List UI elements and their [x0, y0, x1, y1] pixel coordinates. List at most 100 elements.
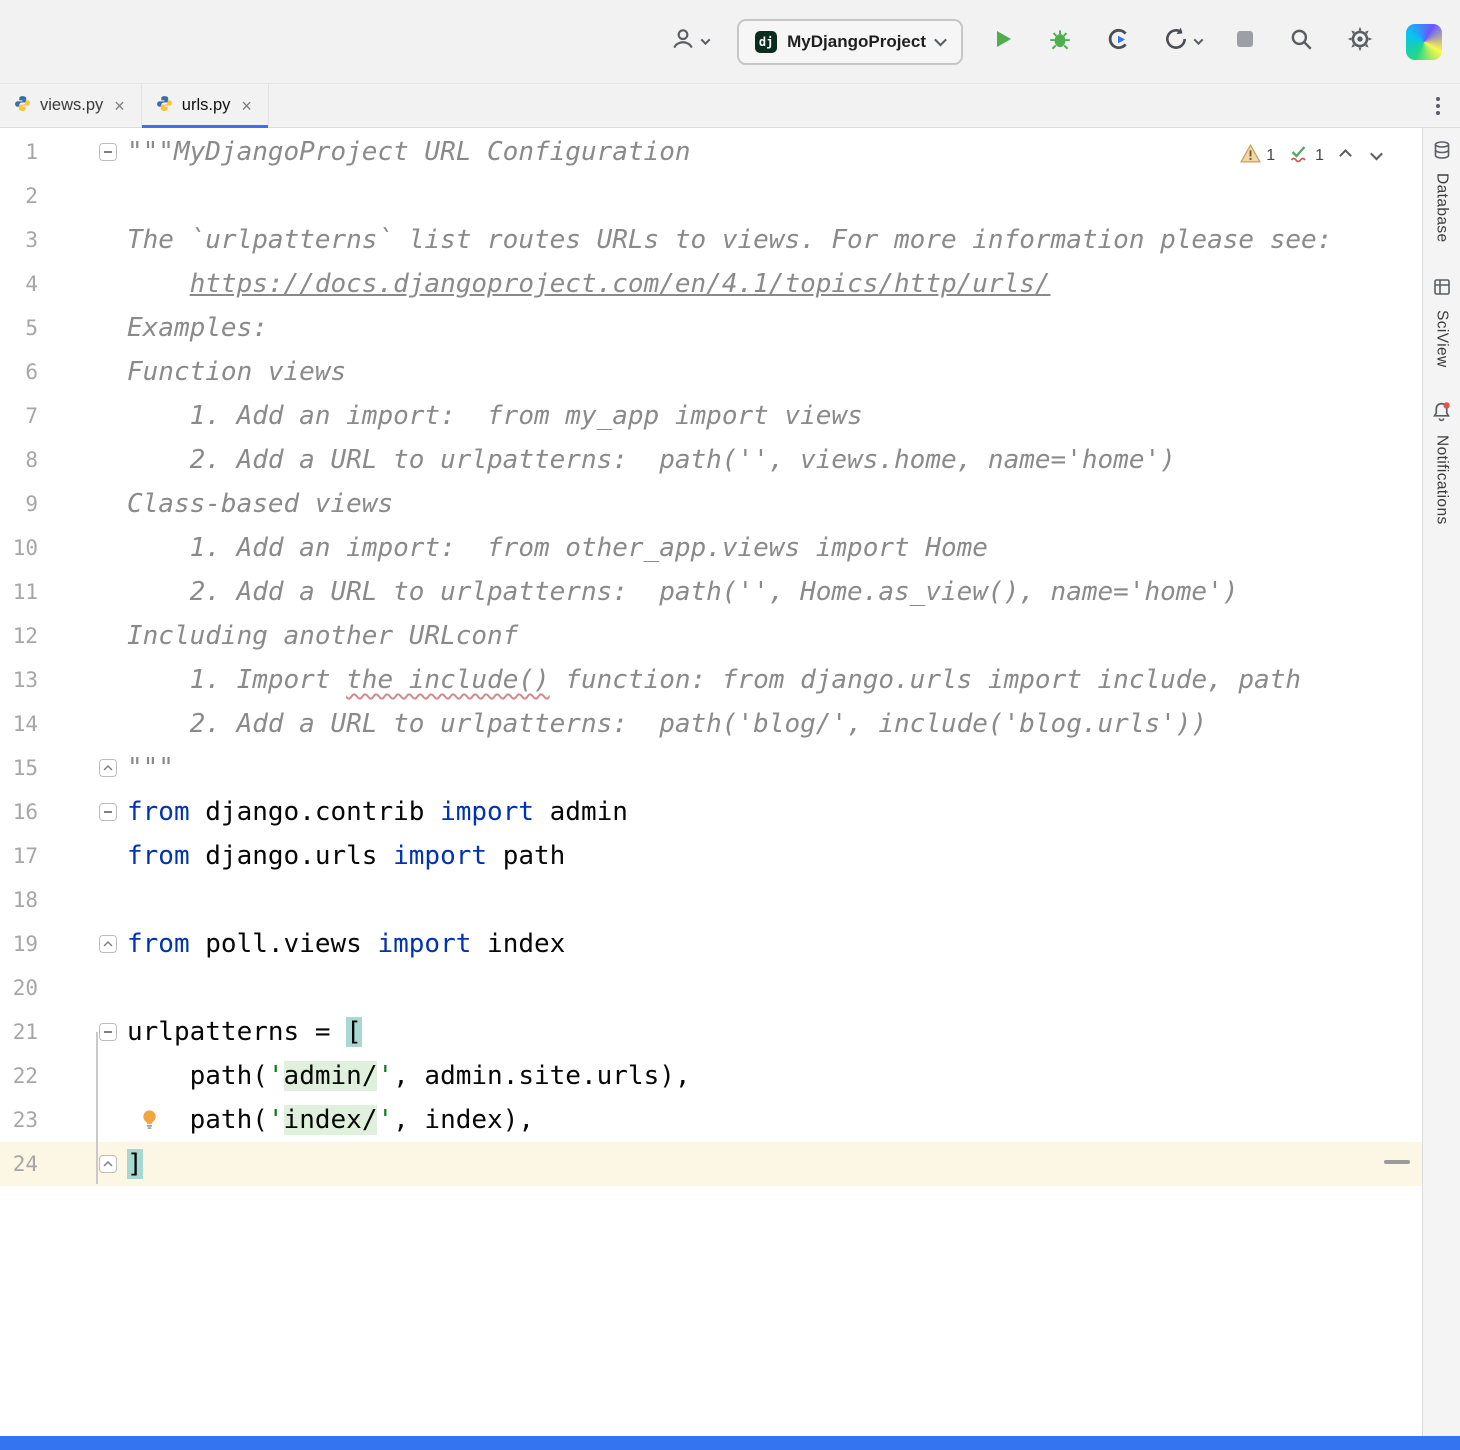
code-line[interactable]: 19from poll.views import index	[0, 922, 1422, 966]
run-button[interactable]	[987, 23, 1019, 60]
editor-gutter[interactable]: 12	[0, 614, 127, 658]
fold-end-icon[interactable]	[99, 935, 117, 953]
problems-indicator[interactable]: 1	[1287, 142, 1324, 169]
code-text[interactable]: 2. Add a URL to urlpatterns: path('', vi…	[127, 438, 1422, 482]
code-line[interactable]: 8 2. Add a URL to urlpatterns: path('', …	[0, 438, 1422, 482]
tab-urls-py[interactable]: urls.py ×	[142, 84, 269, 127]
intention-bulb-icon[interactable]	[138, 1107, 161, 1137]
run-config-selector[interactable]: dj MyDjangoProject	[737, 19, 963, 65]
close-icon[interactable]: ×	[239, 97, 254, 115]
editor-gutter[interactable]: 15	[0, 746, 127, 790]
next-problem-button[interactable]	[1367, 147, 1386, 164]
code-text[interactable]: from django.contrib import admin	[127, 790, 1422, 834]
editor-gutter[interactable]: 2	[0, 174, 127, 218]
pycharm-logo[interactable]	[1402, 20, 1446, 64]
toolwindow-label: SciView	[1433, 310, 1451, 368]
code-text[interactable]: from poll.views import index	[127, 922, 1422, 966]
fold-collapse-icon[interactable]	[99, 803, 117, 821]
toolwindow-notifications[interactable]: Notifications	[1431, 401, 1452, 525]
editor-gutter[interactable]: 7	[0, 394, 127, 438]
run-with-coverage-button[interactable]	[1101, 22, 1135, 61]
editor-gutter[interactable]: 17	[0, 834, 127, 878]
code-line[interactable]: 4 https://docs.djangoproject.com/en/4.1/…	[0, 262, 1422, 306]
code-text[interactable]: Class-based views	[127, 482, 1422, 526]
user-menu-button[interactable]	[666, 22, 713, 61]
code-line[interactable]: 15"""	[0, 746, 1422, 790]
editor-gutter[interactable]: 8	[0, 438, 127, 482]
code-line[interactable]: 12Including another URLconf	[0, 614, 1422, 658]
code-text[interactable]: path('admin/', admin.site.urls),	[127, 1054, 1422, 1098]
code-line[interactable]: 2	[0, 174, 1422, 218]
code-text[interactable]: urlpatterns = [	[127, 1010, 1422, 1054]
code-line[interactable]: 23 path('index/', index),	[0, 1098, 1422, 1142]
tab-views-py[interactable]: views.py ×	[0, 84, 142, 127]
search-everywhere-button[interactable]	[1284, 22, 1318, 61]
code-line[interactable]: 20	[0, 966, 1422, 1010]
code-line[interactable]: 24]	[0, 1142, 1422, 1186]
code-text[interactable]: The `urlpatterns` list routes URLs to vi…	[127, 218, 1422, 262]
code-line[interactable]: 21urlpatterns = [	[0, 1010, 1422, 1054]
code-text[interactable]: 1. Add an import: from other_app.views i…	[127, 526, 1422, 570]
code-line[interactable]: 17from django.urls import path	[0, 834, 1422, 878]
fold-collapse-icon[interactable]	[99, 1023, 117, 1041]
toolwindow-sciview[interactable]: SciView	[1432, 277, 1452, 368]
fold-end-icon[interactable]	[99, 759, 117, 777]
code-line[interactable]: 7 1. Add an import: from my_app import v…	[0, 394, 1422, 438]
code-text[interactable]: Function views	[127, 350, 1422, 394]
rerun-button[interactable]	[1159, 22, 1206, 61]
code-line[interactable]: 16from django.contrib import admin	[0, 790, 1422, 834]
editor-gutter[interactable]: 9	[0, 482, 127, 526]
editor-gutter[interactable]: 19	[0, 922, 127, 966]
close-icon[interactable]: ×	[112, 97, 127, 115]
code-text[interactable]: ]	[127, 1142, 1422, 1186]
previous-problem-button[interactable]	[1336, 147, 1355, 164]
code-text[interactable]: """MyDjangoProject URL Configuration	[127, 130, 1422, 174]
fold-collapse-icon[interactable]	[99, 143, 117, 161]
code-line[interactable]: 10 1. Add an import: from other_app.view…	[0, 526, 1422, 570]
editor-gutter[interactable]: 6	[0, 350, 127, 394]
editor-gutter[interactable]: 18	[0, 878, 127, 922]
editor-gutter[interactable]: 21	[0, 1010, 127, 1054]
code-line[interactable]: 22 path('admin/', admin.site.urls),	[0, 1054, 1422, 1098]
code-text[interactable]: 1. Add an import: from my_app import vie…	[127, 394, 1422, 438]
stop-button[interactable]	[1230, 24, 1260, 59]
code-line[interactable]: 9Class-based views	[0, 482, 1422, 526]
code-text[interactable]: 1. Import the include() function: from d…	[127, 658, 1422, 702]
editor-gutter[interactable]: 13	[0, 658, 127, 702]
editor-gutter[interactable]: 3	[0, 218, 127, 262]
editor-gutter[interactable]: 1	[0, 130, 127, 174]
code-line[interactable]: 13 1. Import the include() function: fro…	[0, 658, 1422, 702]
editor-gutter[interactable]: 10	[0, 526, 127, 570]
code-text[interactable]: from django.urls import path	[127, 834, 1422, 878]
code-line[interactable]: 1"""MyDjangoProject URL Configuration	[0, 130, 1422, 174]
editor-gutter[interactable]: 20	[0, 966, 127, 1010]
code-text[interactable]: 2. Add a URL to urlpatterns: path('', Ho…	[127, 570, 1422, 614]
tab-options-button[interactable]	[1430, 91, 1446, 121]
code-line[interactable]: 11 2. Add a URL to urlpatterns: path('',…	[0, 570, 1422, 614]
editor-gutter[interactable]: 23	[0, 1098, 127, 1142]
editor-gutter[interactable]: 22	[0, 1054, 127, 1098]
code-text[interactable]: path('index/', index),	[127, 1098, 1422, 1142]
code-text[interactable]: https://docs.djangoproject.com/en/4.1/to…	[127, 262, 1422, 306]
code-line[interactable]: 14 2. Add a URL to urlpatterns: path('bl…	[0, 702, 1422, 746]
editor-gutter[interactable]: 5	[0, 306, 127, 350]
settings-button[interactable]	[1342, 21, 1378, 62]
code-text[interactable]: """	[127, 746, 1422, 790]
editor-gutter[interactable]: 24	[0, 1142, 127, 1186]
code-text[interactable]: Including another URLconf	[127, 614, 1422, 658]
scrollbar-caret-mark[interactable]	[1384, 1160, 1410, 1164]
fold-end-icon[interactable]	[99, 1155, 117, 1173]
code-text[interactable]: 2. Add a URL to urlpatterns: path('blog/…	[127, 702, 1422, 746]
code-line[interactable]: 3The `urlpatterns` list routes URLs to v…	[0, 218, 1422, 262]
toolwindow-database[interactable]: Database	[1432, 140, 1452, 243]
editor-gutter[interactable]: 11	[0, 570, 127, 614]
code-line[interactable]: 18	[0, 878, 1422, 922]
code-line[interactable]: 5Examples:	[0, 306, 1422, 350]
code-line[interactable]: 6Function views	[0, 350, 1422, 394]
debug-button[interactable]	[1043, 22, 1077, 61]
code-text[interactable]: Examples:	[127, 306, 1422, 350]
editor-gutter[interactable]: 16	[0, 790, 127, 834]
editor-gutter[interactable]: 14	[0, 702, 127, 746]
editor-gutter[interactable]: 4	[0, 262, 127, 306]
warnings-indicator[interactable]: 1	[1240, 144, 1275, 168]
